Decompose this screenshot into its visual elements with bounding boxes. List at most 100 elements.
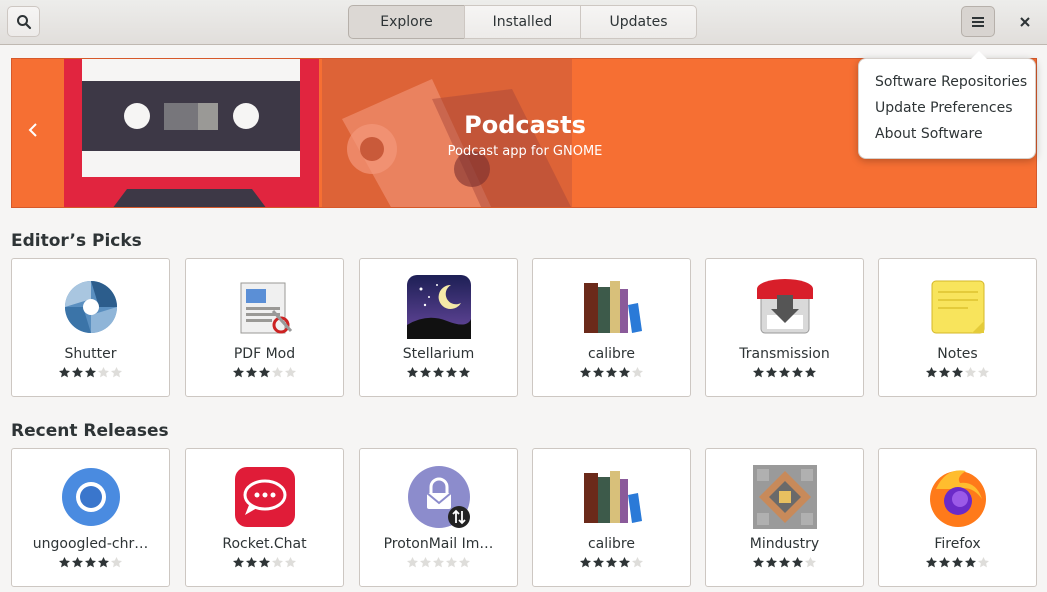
star-filled-icon	[84, 556, 97, 568]
app-name: Transmission	[739, 346, 830, 362]
star-filled-icon	[592, 556, 605, 568]
star-filled-icon	[752, 556, 765, 568]
star-rating	[360, 366, 517, 379]
close-icon	[1020, 16, 1030, 27]
star-filled-icon	[765, 556, 778, 568]
shutter-icon	[65, 281, 117, 333]
star-filled-icon	[765, 366, 778, 378]
star-empty-icon	[284, 366, 297, 378]
app-tile-mindustry[interactable]: Mindustry	[705, 448, 864, 587]
mindustry-icon	[753, 465, 817, 529]
star-filled-icon	[245, 366, 258, 378]
app-name: ungoogled-chr…	[32, 536, 149, 552]
menu-item-update-preferences[interactable]: Update Preferences	[875, 100, 1013, 116]
app-name: Mindustry	[749, 536, 820, 552]
star-filled-icon	[951, 366, 964, 378]
protonmail-icon	[408, 466, 470, 528]
main-menu-button[interactable]	[961, 6, 995, 37]
menu-item-software-repositories[interactable]: Software Repositories	[875, 74, 1027, 90]
star-filled-icon	[618, 366, 631, 378]
star-filled-icon	[964, 556, 977, 568]
app-tile-protonmail[interactable]: ProtonMail Im…	[359, 448, 518, 587]
app-tile-stellarium[interactable]: Stellarium	[359, 258, 518, 397]
star-filled-icon	[406, 366, 419, 378]
star-filled-icon	[579, 366, 592, 378]
app-tile-shutter[interactable]: Shutter	[11, 258, 170, 397]
star-empty-icon	[406, 556, 419, 568]
app-tile-firefox[interactable]: Firefox	[878, 448, 1037, 587]
star-filled-icon	[232, 366, 245, 378]
star-rating	[706, 366, 863, 379]
star-filled-icon	[245, 556, 258, 568]
star-filled-icon	[419, 366, 432, 378]
star-empty-icon	[432, 556, 445, 568]
star-filled-icon	[71, 556, 84, 568]
star-filled-icon	[445, 366, 458, 378]
star-rating	[879, 556, 1036, 569]
star-filled-icon	[71, 366, 84, 378]
app-name: calibre	[587, 346, 635, 362]
star-empty-icon	[977, 366, 990, 378]
app-tile-rocket-chat[interactable]: Rocket.Chat	[185, 448, 344, 587]
star-filled-icon	[618, 556, 631, 568]
star-rating	[360, 556, 517, 569]
star-filled-icon	[778, 366, 791, 378]
app-name: PDF Mod	[233, 346, 296, 362]
star-filled-icon	[258, 556, 271, 568]
tab-explore[interactable]: Explore	[348, 5, 465, 39]
star-empty-icon	[977, 556, 990, 568]
star-filled-icon	[791, 556, 804, 568]
app-name: Firefox	[934, 536, 981, 552]
app-tile-ungoogled-chromium[interactable]: ungoogled-chr…	[11, 448, 170, 587]
star-empty-icon	[458, 556, 471, 568]
pdf-mod-icon	[240, 282, 293, 334]
app-tile-calibre[interactable]: calibre	[532, 258, 691, 397]
star-filled-icon	[951, 556, 964, 568]
star-empty-icon	[445, 556, 458, 568]
app-name: Rocket.Chat	[222, 536, 307, 552]
star-filled-icon	[752, 366, 765, 378]
transmission-icon	[757, 279, 813, 334]
search-button[interactable]	[7, 6, 40, 37]
star-empty-icon	[631, 556, 644, 568]
star-rating	[879, 366, 1036, 379]
star-rating	[12, 556, 169, 569]
star-filled-icon	[432, 366, 445, 378]
star-empty-icon	[97, 366, 110, 378]
star-filled-icon	[605, 366, 618, 378]
star-empty-icon	[284, 556, 297, 568]
star-filled-icon	[938, 366, 951, 378]
stellarium-icon	[407, 275, 471, 339]
app-name: Stellarium	[402, 346, 475, 362]
star-filled-icon	[778, 556, 791, 568]
tab-installed[interactable]: Installed	[464, 5, 581, 39]
tab-updates[interactable]: Updates	[580, 5, 697, 39]
star-filled-icon	[592, 366, 605, 378]
star-empty-icon	[631, 366, 644, 378]
star-filled-icon	[97, 556, 110, 568]
chromium-icon	[62, 468, 120, 526]
star-filled-icon	[84, 366, 97, 378]
star-filled-icon	[458, 366, 471, 378]
star-rating	[706, 556, 863, 569]
app-tile-pdf-mod[interactable]: PDF Mod	[185, 258, 344, 397]
menu-item-about-software[interactable]: About Software	[875, 126, 983, 142]
star-empty-icon	[110, 556, 123, 568]
header-bar: Explore Installed Updates	[0, 0, 1047, 45]
app-name: calibre	[587, 536, 635, 552]
star-rating	[12, 366, 169, 379]
star-empty-icon	[271, 556, 284, 568]
firefox-icon	[930, 470, 986, 527]
app-tile-notes[interactable]: Notes	[878, 258, 1037, 397]
app-tile-transmission[interactable]: Transmission	[705, 258, 864, 397]
app-tile-calibre[interactable]: calibre	[532, 448, 691, 587]
star-rating	[533, 556, 690, 569]
app-name: Shutter	[64, 346, 117, 362]
star-filled-icon	[258, 366, 271, 378]
notes-icon	[931, 280, 985, 334]
main-menu-popover: Software Repositories Update Preferences…	[858, 51, 1036, 159]
star-filled-icon	[938, 556, 951, 568]
star-empty-icon	[964, 366, 977, 378]
close-window-button[interactable]	[1008, 6, 1042, 37]
app-name: ProtonMail Im…	[383, 536, 494, 552]
